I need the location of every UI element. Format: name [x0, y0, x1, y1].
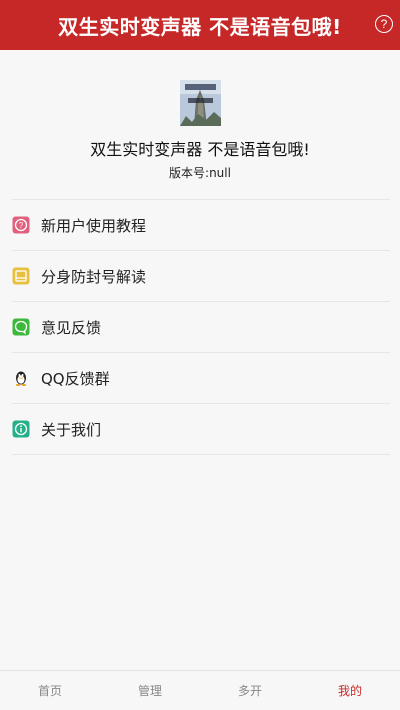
tab-home[interactable]: 首页 [0, 671, 100, 710]
menu-item-label: 关于我们 [41, 420, 102, 439]
menu-item-about[interactable]: 关于我们 [12, 404, 390, 455]
menu-item-qq-group[interactable]: QQ反馈群 [12, 353, 390, 404]
menu-item-label: 意见反馈 [41, 318, 102, 337]
version-info: 版本号:null [0, 164, 400, 181]
top-header: 双生实时变声器 不是语音包哦! ? [0, 0, 400, 50]
menu-item-label: 新用户使用教程 [41, 216, 147, 235]
menu-item-feedback[interactable]: 意见反馈 [12, 302, 390, 353]
version-label: 版本号: [169, 166, 210, 180]
app-name: 双生实时变声器 不是语音包哦! [90, 140, 310, 159]
tab-multi-open[interactable]: 多开 [200, 671, 300, 710]
menu-item-label: 分身防封号解读 [41, 267, 147, 286]
svg-text:?: ? [19, 221, 24, 230]
app-logo [180, 80, 221, 126]
header-title: 双生实时变声器 不是语音包哦! [58, 14, 342, 39]
chat-bubble-icon [12, 318, 30, 336]
question-square-icon: ? [12, 216, 30, 234]
menu-item-anti-ban[interactable]: 分身防封号解读 [12, 251, 390, 302]
menu-item-tutorial[interactable]: ? 新用户使用教程 [12, 200, 390, 251]
help-icon[interactable]: ? [375, 15, 393, 33]
info-icon [12, 420, 30, 438]
menu-item-label: QQ反馈群 [41, 369, 110, 388]
profile-section: 双生实时变声器 不是语音包哦! 版本号:null [0, 50, 400, 200]
book-icon [12, 267, 30, 285]
menu-list: ? 新用户使用教程 分身防封号解读 意见反馈 QQ反馈群 关于我们 [12, 199, 390, 455]
tab-manage[interactable]: 管理 [100, 671, 200, 710]
qq-penguin-icon [12, 369, 30, 387]
version-value: null [209, 166, 231, 180]
bottom-tab-bar: 首页 管理 多开 我的 [0, 670, 400, 710]
tab-mine[interactable]: 我的 [300, 671, 400, 710]
